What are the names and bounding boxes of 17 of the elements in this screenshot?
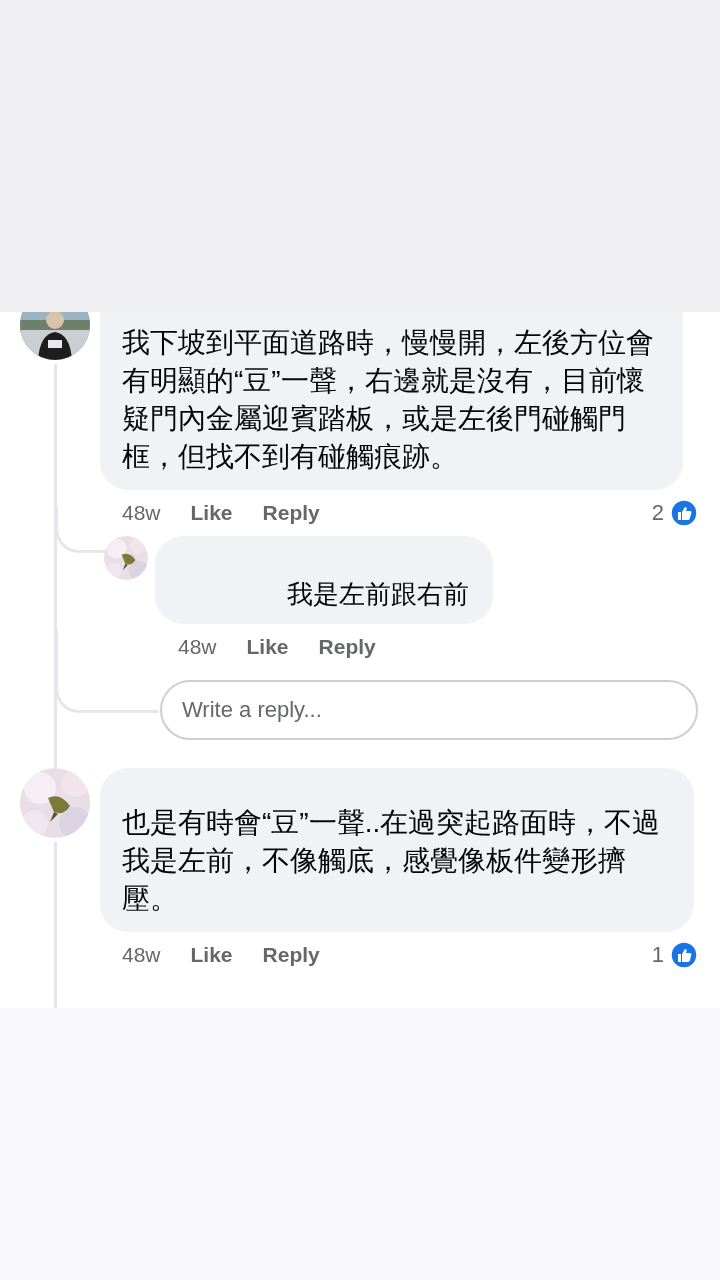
- action-link[interactable]: Like: [190, 501, 233, 525]
- action-link[interactable]: Reply: [262, 501, 320, 525]
- timestamp: 48w: [122, 943, 161, 967]
- reply-text: 我是左前跟右前: [287, 579, 469, 609]
- like-icon: [670, 499, 698, 527]
- comment-text: 我下坡到平面道路時，慢慢開，左後方位會有明顯的“豆”一聲，右邊就是沒有，目前懷疑門內金屬迎賓踏板，或是左後門碰觸門框，但找不到有碰觸痕跡。: [122, 326, 655, 474]
- like-icon: [670, 941, 698, 969]
- action-link[interactable]: Like: [190, 943, 233, 967]
- timestamp: 48w: [122, 501, 161, 525]
- comment-text: 也是有時會“豆”一聲..在過突起路面時，不過我是左前，不像觸底，感覺像板件變形擠壓。: [122, 806, 662, 916]
- action-link[interactable]: Like: [246, 635, 289, 659]
- reaction-count: 1: [651, 942, 664, 968]
- reaction-count: 2: [651, 500, 664, 526]
- timestamp: 48w: [178, 635, 217, 659]
- action-link[interactable]: Reply: [318, 635, 376, 659]
- reply-field[interactable]: Write a reply...: [160, 680, 698, 740]
- action-link[interactable]: Reply: [262, 943, 320, 967]
